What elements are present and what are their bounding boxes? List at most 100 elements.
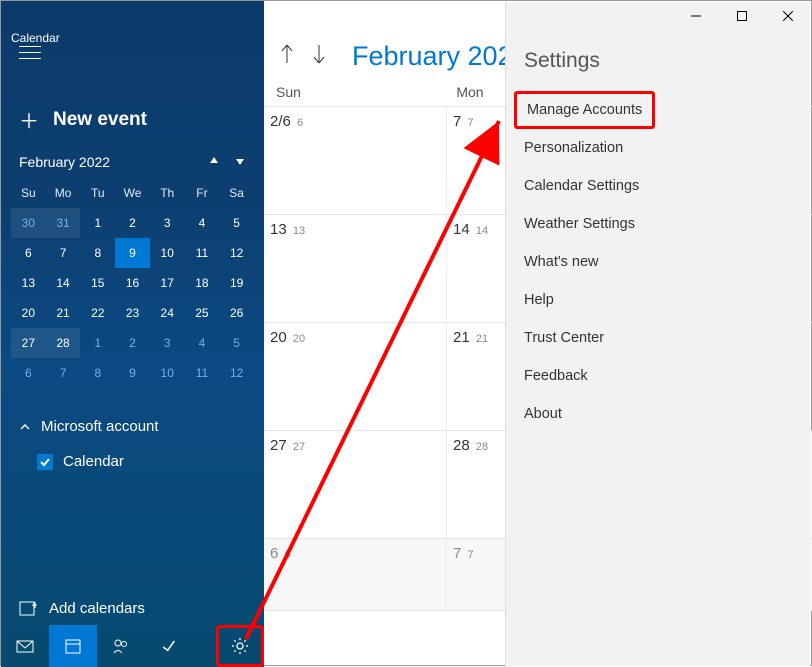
mini-day-cell[interactable]: 12 <box>219 238 254 268</box>
settings-item-help[interactable]: Help <box>506 281 810 319</box>
window-minimize-button[interactable] <box>673 1 719 31</box>
settings-button[interactable] <box>216 625 264 667</box>
settings-item-about[interactable]: About <box>506 395 810 433</box>
mini-weekday-header: Fr <box>185 178 220 208</box>
mini-day-cell[interactable]: 3 <box>150 328 185 358</box>
mini-day-cell[interactable]: 13 <box>11 268 46 298</box>
mini-day-cell[interactable]: 16 <box>115 268 150 298</box>
mini-day-cell[interactable]: 9 <box>115 238 150 268</box>
mini-day-cell[interactable]: 10 <box>150 238 185 268</box>
mini-calendar-title[interactable]: February 2022 <box>19 154 208 170</box>
mini-day-cell[interactable]: 10 <box>150 358 185 388</box>
settings-panel: Settings Manage Accounts Personalization… <box>505 2 810 666</box>
mini-day-cell[interactable]: 14 <box>46 268 81 298</box>
window-close-button[interactable] <box>765 1 811 31</box>
mini-day-cell[interactable]: 18 <box>185 268 220 298</box>
mini-day-cell[interactable]: 4 <box>185 328 220 358</box>
mini-day-cell[interactable]: 6 <box>11 358 46 388</box>
mini-day-cell[interactable]: 17 <box>150 268 185 298</box>
mini-day-cell[interactable]: 2 <box>115 208 150 238</box>
mini-day-cell[interactable]: 1 <box>80 208 115 238</box>
day-number: 13 13 <box>270 221 305 238</box>
titlebar <box>1 1 811 31</box>
mini-weekday-header: We <box>115 178 150 208</box>
mini-day-cell[interactable]: 11 <box>185 358 220 388</box>
day-cell[interactable]: 2/6 6 <box>264 107 447 214</box>
plus-icon: ＋ <box>19 105 39 134</box>
mini-day-cell[interactable]: 6 <box>11 238 46 268</box>
mini-day-cell[interactable]: 8 <box>80 238 115 268</box>
mini-day-cell[interactable]: 7 <box>46 238 81 268</box>
mini-day-cell[interactable]: 25 <box>185 298 220 328</box>
mini-weekday-header: Su <box>11 178 46 208</box>
settings-item-feedback[interactable]: Feedback <box>506 357 810 395</box>
day-number: 6 6 <box>270 545 291 562</box>
mini-day-cell[interactable]: 24 <box>150 298 185 328</box>
prev-period-button[interactable] <box>278 43 296 70</box>
current-month-title[interactable]: February 2022 <box>352 41 528 72</box>
settings-item-calendar-settings[interactable]: Calendar Settings <box>506 167 810 205</box>
mini-day-cell[interactable]: 21 <box>46 298 81 328</box>
mini-day-cell[interactable]: 31 <box>46 208 81 238</box>
day-number: 20 20 <box>270 329 305 346</box>
sidebar: Calendar ＋ New event February 2022 SuMoT… <box>1 1 264 667</box>
mini-day-cell[interactable]: 8 <box>80 358 115 388</box>
settings-item-whats-new[interactable]: What's new <box>506 243 810 281</box>
account-label: Microsoft account <box>41 418 159 435</box>
account-toggle[interactable]: Microsoft account <box>19 418 246 435</box>
mini-day-cell[interactable]: 20 <box>11 298 46 328</box>
window-maximize-button[interactable] <box>719 1 765 31</box>
add-calendars-label: Add calendars <box>49 600 145 617</box>
mail-button[interactable] <box>1 625 49 667</box>
mini-day-cell[interactable]: 27 <box>11 328 46 358</box>
day-cell[interactable]: 13 13 <box>264 215 447 322</box>
mini-weekday-header: Tu <box>80 178 115 208</box>
add-calendar-icon <box>19 599 37 617</box>
mini-day-cell[interactable]: 1 <box>80 328 115 358</box>
day-number: 7 7 <box>453 545 474 562</box>
day-cell[interactable]: 27 27 <box>264 431 447 538</box>
new-event-label: New event <box>53 109 147 131</box>
mini-day-cell[interactable]: 28 <box>46 328 81 358</box>
mini-day-cell[interactable]: 12 <box>219 358 254 388</box>
calendar-checkbox[interactable]: Calendar <box>37 453 246 470</box>
mini-day-cell[interactable]: 30 <box>11 208 46 238</box>
day-number: 2/6 6 <box>270 113 303 130</box>
mini-weekday-header: Mo <box>46 178 81 208</box>
bottom-nav <box>1 625 264 667</box>
mini-cal-prev-button[interactable] <box>208 154 220 170</box>
mini-day-cell[interactable]: 5 <box>219 208 254 238</box>
day-cell[interactable]: 20 20 <box>264 323 447 430</box>
mini-day-cell[interactable]: 15 <box>80 268 115 298</box>
mini-day-cell[interactable]: 23 <box>115 298 150 328</box>
weekday-header: Sun <box>272 84 452 100</box>
mini-day-cell[interactable]: 4 <box>185 208 220 238</box>
hamburger-button[interactable] <box>19 41 41 59</box>
settings-item-manage-accounts[interactable]: Manage Accounts <box>514 91 655 129</box>
settings-item-personalization[interactable]: Personalization <box>506 129 810 167</box>
people-button[interactable] <box>97 625 145 667</box>
day-number: 21 21 <box>453 329 488 346</box>
mini-weekday-header: Th <box>150 178 185 208</box>
mini-day-cell[interactable]: 5 <box>219 328 254 358</box>
day-cell[interactable]: 6 6 <box>264 539 447 610</box>
mini-day-cell[interactable]: 19 <box>219 268 254 298</box>
calendar-nav-button[interactable] <box>49 625 97 667</box>
mini-day-cell[interactable]: 11 <box>185 238 220 268</box>
mini-day-cell[interactable]: 7 <box>46 358 81 388</box>
add-calendars-button[interactable]: Add calendars <box>1 599 264 617</box>
new-event-button[interactable]: ＋ New event <box>1 105 264 134</box>
mini-day-cell[interactable]: 22 <box>80 298 115 328</box>
mini-cal-next-button[interactable] <box>234 154 246 170</box>
mini-day-cell[interactable]: 2 <box>115 328 150 358</box>
todo-button[interactable] <box>145 625 193 667</box>
next-period-button[interactable] <box>310 43 328 70</box>
settings-item-weather-settings[interactable]: Weather Settings <box>506 205 810 243</box>
mini-day-cell[interactable]: 3 <box>150 208 185 238</box>
calendar-checkbox-label: Calendar <box>63 453 124 470</box>
mini-day-cell[interactable]: 9 <box>115 358 150 388</box>
mini-weekday-header: Sa <box>219 178 254 208</box>
settings-item-trust-center[interactable]: Trust Center <box>506 319 810 357</box>
mini-day-cell[interactable]: 26 <box>219 298 254 328</box>
gear-icon <box>231 637 249 655</box>
